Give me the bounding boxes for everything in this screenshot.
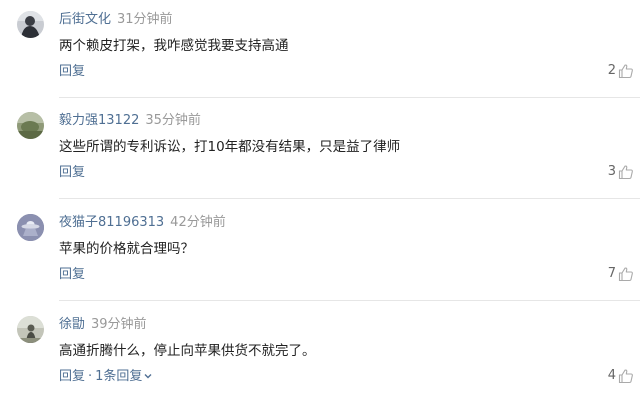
comment-item: 后街文化 31分钟前 两个赖皮打架，我咋感觉我要支持高通 回复 2 [0,0,640,98]
landscape-avatar-icon [17,112,44,139]
comment-actions: 回复 · 1条回复 [59,369,153,385]
comment-time: 35分钟前 [145,113,201,128]
comment-text: 这些所谓的专利诉讼，打10年都没有结果，只是益了律师 [59,139,401,155]
comment-text: 苹果的价格就合理吗？ [59,241,194,257]
comment-actions: 回复 [59,165,85,181]
comment-divider [59,198,640,199]
dark-figure-avatar-icon [17,11,44,38]
like-count: 7 [607,266,616,281]
reply-button[interactable]: 回复 [59,267,85,282]
comment-actions: 回复 [59,64,85,80]
user-avatar[interactable] [17,11,44,38]
comment-item: 徐勖 39分钟前 高通折腾什么，停止向苹果供货不就完了。 回复 · 1条回复 4 [0,305,640,403]
comment-item: 夜猫子81196313 42分钟前 苹果的价格就合理吗？ 回复 7 [0,203,640,301]
thumbs-up-icon [618,64,633,79]
thumbs-up-icon [618,165,633,180]
comment-time: 42分钟前 [170,215,226,230]
chevron-down-icon [144,373,152,378]
comment-item: 毅力强13122 35分钟前 这些所谓的专利诉讼，打10年都没有结果，只是益了律师… [0,101,640,199]
view-replies-label[interactable]: 1条回复 [95,369,142,384]
comment-actions: 回复 [59,267,85,283]
thumbs-up-icon [618,267,633,282]
view-replies-button[interactable]: 1条回复 [95,369,153,384]
username-text[interactable]: 后街文化 [59,12,111,27]
user-avatar[interactable] [17,112,44,139]
comment-username[interactable]: 毅力强13122 35分钟前 [59,113,201,129]
like-button[interactable]: 3 [608,164,634,180]
separator-dot: · [88,369,93,384]
comment-time: 39分钟前 [91,317,147,332]
like-button[interactable]: 7 [608,266,634,282]
thumbs-up-icon [618,369,633,384]
ufo-avatar-icon [17,214,44,241]
comment-username[interactable]: 夜猫子81196313 42分钟前 [59,215,226,231]
comment-username[interactable]: 徐勖 39分钟前 [59,317,147,333]
comment-text: 高通折腾什么，停止向苹果供货不就完了。 [59,343,316,359]
like-button[interactable]: 2 [608,63,634,79]
username-text[interactable]: 徐勖 [59,317,85,332]
like-count: 4 [607,368,616,383]
reply-button[interactable]: 回复 [59,369,85,384]
username-text[interactable]: 毅力强13122 [59,113,139,128]
user-avatar[interactable] [17,316,44,343]
outdoor-photo-avatar-icon [17,316,44,343]
comment-divider [59,300,640,301]
like-count: 3 [607,164,616,179]
like-count: 2 [607,63,616,78]
comment-divider [59,97,640,98]
username-text[interactable]: 夜猫子81196313 [59,215,164,230]
reply-button[interactable]: 回复 [59,165,85,180]
comment-username[interactable]: 后街文化 31分钟前 [59,12,173,28]
user-avatar[interactable] [17,214,44,241]
reply-button[interactable]: 回复 [59,64,85,79]
comment-time: 31分钟前 [117,12,173,27]
like-button[interactable]: 4 [608,368,634,384]
comment-text: 两个赖皮打架，我咋感觉我要支持高通 [59,38,289,54]
